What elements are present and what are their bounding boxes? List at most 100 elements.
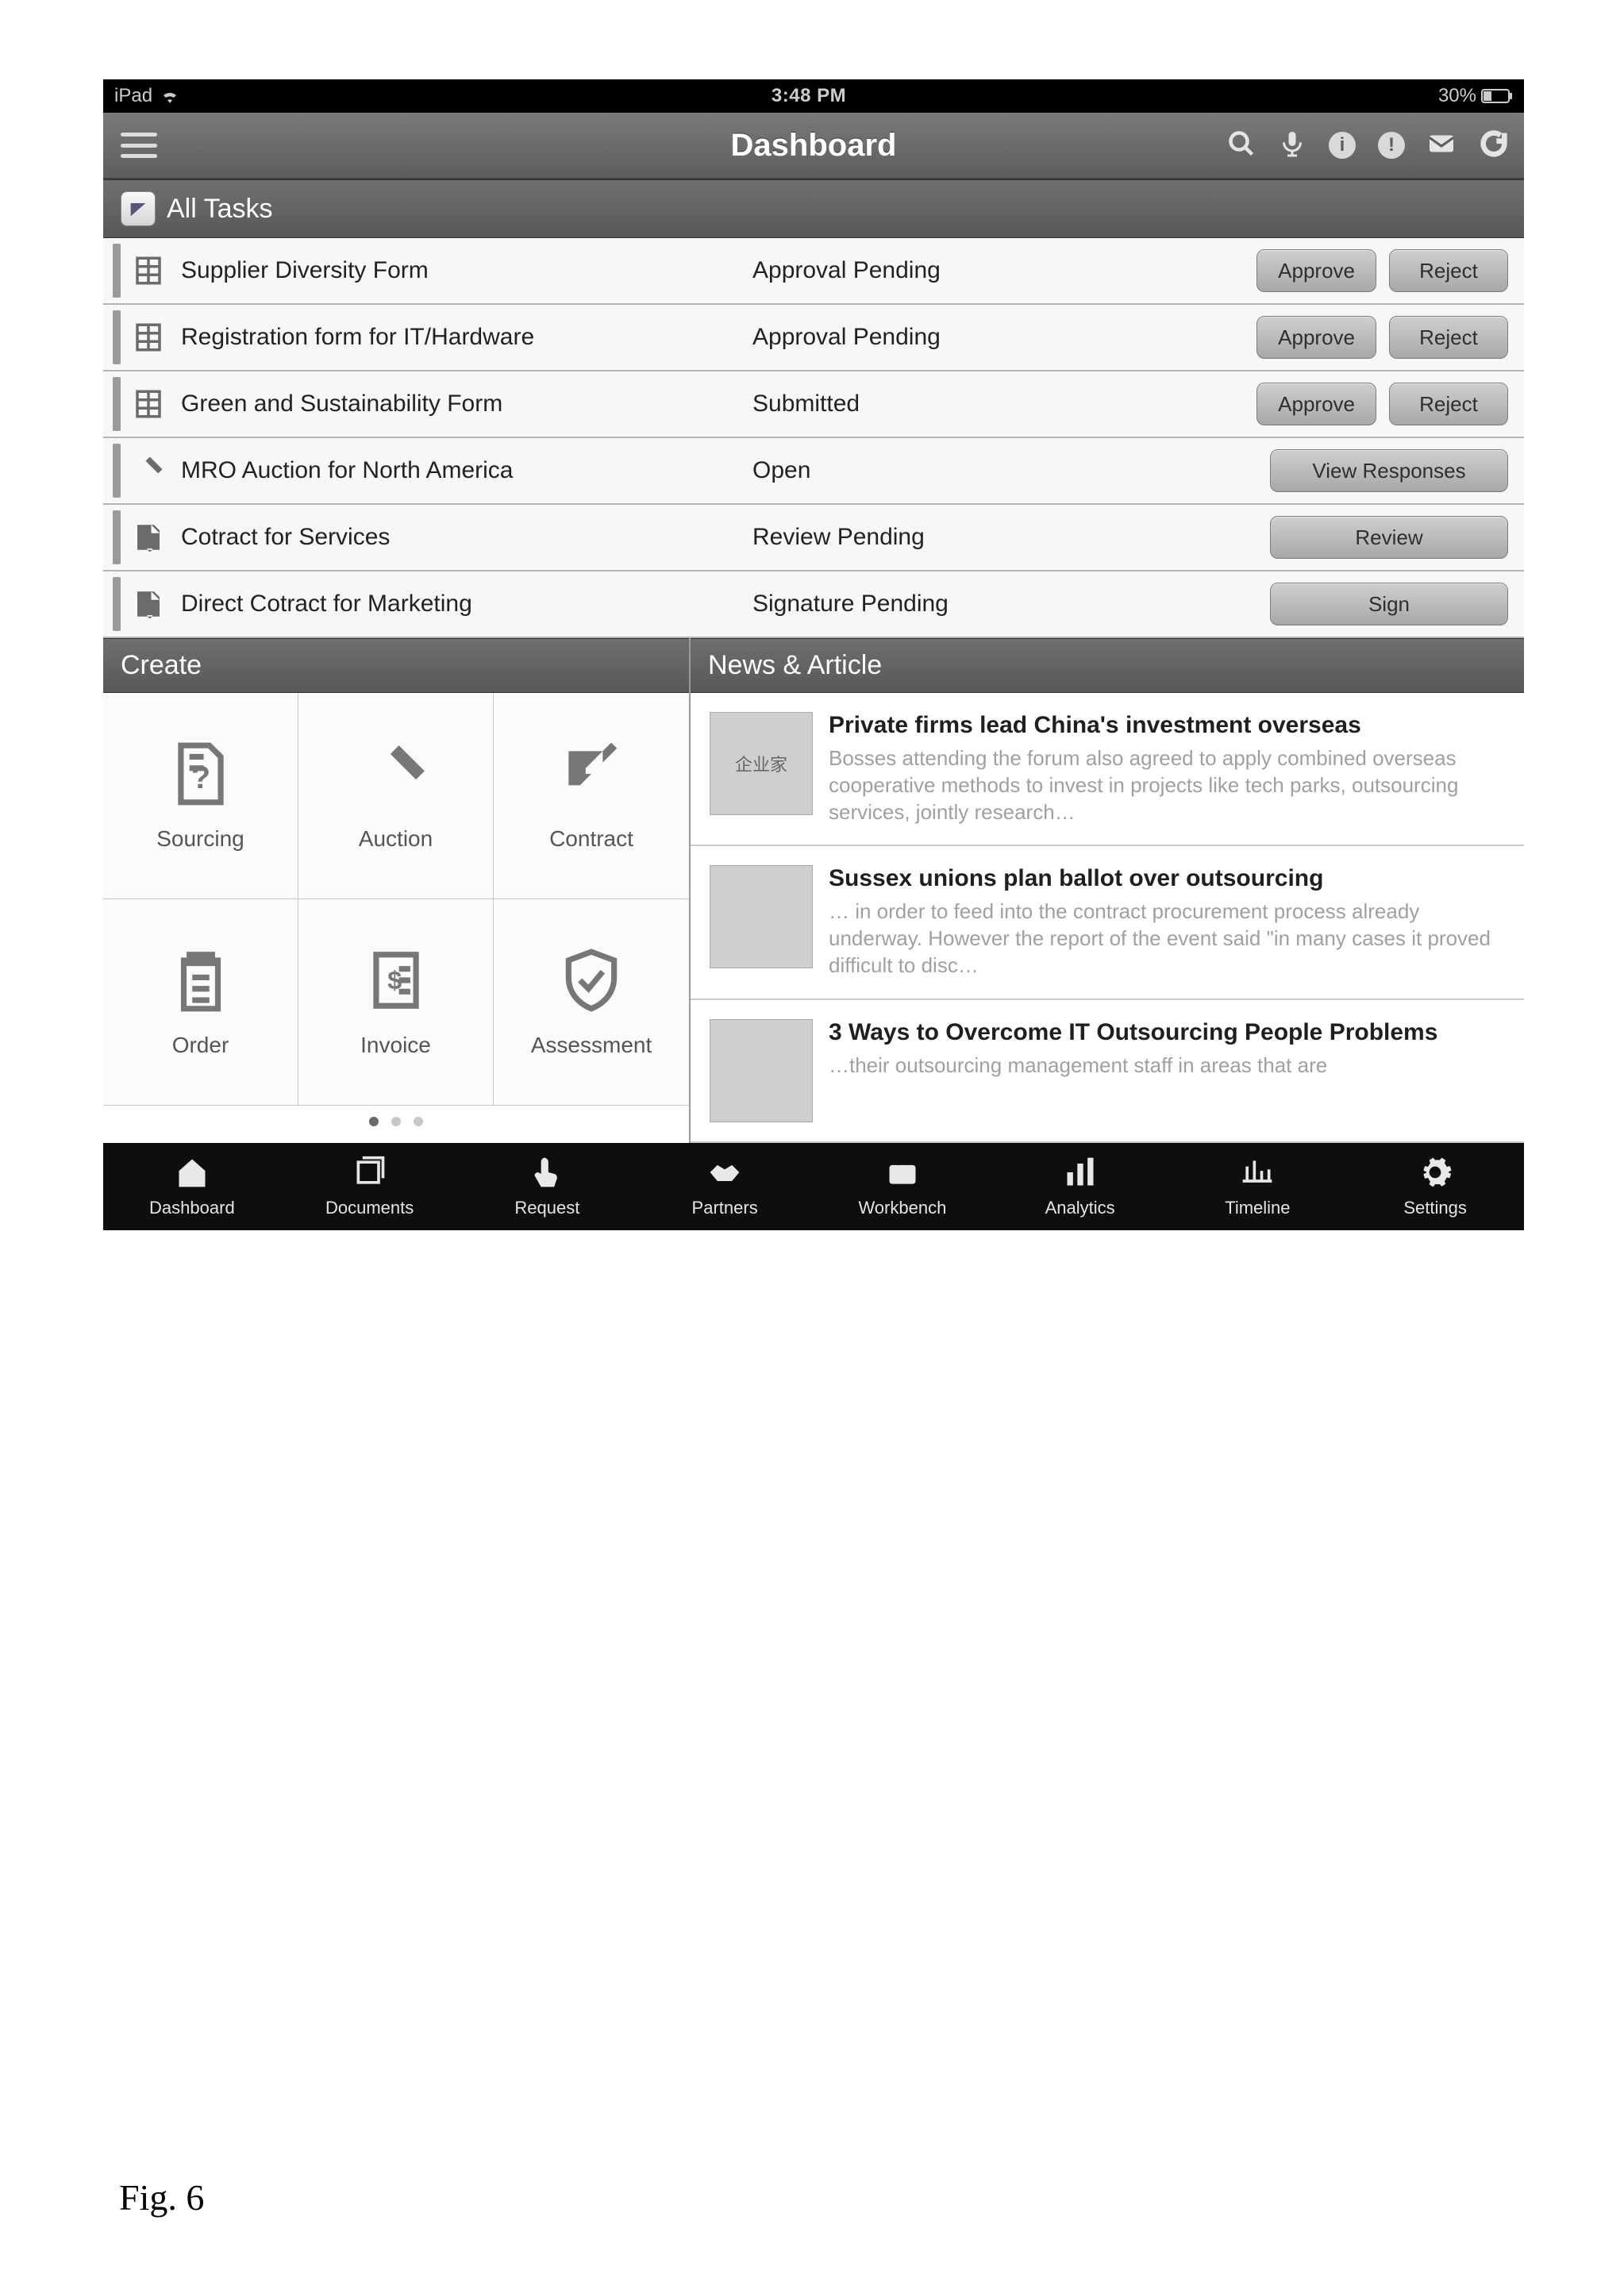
approve-button[interactable]: Approve [1256,383,1376,425]
tab-label: Timeline [1225,1198,1290,1218]
mail-icon[interactable] [1427,129,1456,162]
task-row[interactable]: Supplier Diversity Form Approval Pending… [103,238,1524,305]
task-title: Cotract for Services [181,524,752,551]
tile-label: Invoice [360,1033,431,1058]
task-status: Approval Pending [752,324,1256,351]
tile-label: Contract [549,826,633,852]
create-tile-order[interactable]: Order [103,899,298,1106]
figure-label: Fig. 6 [119,2176,204,2218]
search-icon[interactable] [1227,129,1256,162]
info-icon[interactable]: i [1329,132,1356,159]
stack-icon [352,1155,387,1195]
tab-label: Workbench [858,1198,946,1218]
form-icon [130,386,167,422]
pen-paper-icon [557,740,625,812]
tab-label: Dashboard [149,1198,235,1218]
news-thumbnail [710,1019,813,1122]
reject-button[interactable]: Reject [1389,316,1508,359]
sort-button[interactable] [121,191,156,226]
home-icon [175,1155,210,1195]
tab-dashboard[interactable]: Dashboard [103,1143,281,1230]
task-row[interactable]: Green and Sustainability Form Submitted … [103,371,1524,438]
shield-check-icon [557,946,625,1018]
battery-percent: 30% [1438,85,1476,107]
mic-icon[interactable] [1278,129,1307,162]
create-tile-contract[interactable]: Contract [494,693,689,899]
doc-question-icon [167,740,235,812]
sign-button[interactable]: Sign [1270,583,1508,625]
tasks-section-header: All Tasks [103,179,1524,238]
tab-request[interactable]: Request [459,1143,637,1230]
tasks-list: Supplier Diversity Form Approval Pending… [103,238,1524,638]
task-status: Signature Pending [752,591,1270,618]
create-tile-assessment[interactable]: Assessment [494,899,689,1106]
refresh-icon[interactable] [1478,128,1510,164]
create-tile-invoice[interactable]: Invoice [298,899,494,1106]
create-tile-auction[interactable]: Auction [298,693,494,899]
timeline-icon [1240,1155,1275,1195]
task-title: Green and Sustainability Form [181,391,752,417]
tab-timeline[interactable]: Timeline [1169,1143,1347,1230]
tile-label: Sourcing [156,826,244,852]
tab-workbench[interactable]: Workbench [814,1143,991,1230]
task-title: Direct Cotract for Marketing [181,591,752,618]
tab-label: Partners [692,1198,758,1218]
touch-icon [529,1155,564,1195]
task-title: Supplier Diversity Form [181,257,752,284]
task-title: MRO Auction for North America [181,457,752,484]
view responses-button[interactable]: View Responses [1270,449,1508,492]
create-tile-sourcing[interactable]: Sourcing [103,693,298,899]
news-list: 企业家 Private firms lead China's investmen… [691,693,1524,1143]
handshake-icon [707,1155,742,1195]
task-row[interactable]: MRO Auction for North America Open View … [103,438,1524,505]
contract-icon [130,586,167,622]
create-grid: Sourcing Auction Contract Order Invoice … [103,693,689,1106]
tab-bar: Dashboard Documents Request Partners Wor… [103,1143,1524,1230]
task-status: Submitted [752,391,1256,417]
task-status: Open [752,457,1270,484]
tab-analytics[interactable]: Analytics [991,1143,1169,1230]
news-thumbnail [710,865,813,968]
clipboard-icon [167,946,235,1018]
tab-settings[interactable]: Settings [1346,1143,1524,1230]
news-title: Private firms lead China's investment ov… [829,712,1505,739]
task-row[interactable]: Registration form for IT/Hardware Approv… [103,305,1524,371]
tile-label: Auction [359,826,433,852]
reject-button[interactable]: Reject [1389,383,1508,425]
tile-label: Assessment [531,1033,652,1058]
battery-icon [1481,89,1513,103]
bars-icon [1063,1155,1098,1195]
gear-icon [1418,1155,1453,1195]
news-item[interactable]: Sussex unions plan ballot over outsourci… [691,846,1524,999]
news-title: Sussex unions plan ballot over outsourci… [829,865,1505,892]
news-section-header: News & Article [691,638,1524,693]
create-section-header: Create [103,638,689,693]
task-row[interactable]: Cotract for Services Review Pending Revi… [103,505,1524,571]
tab-partners[interactable]: Partners [636,1143,814,1230]
alert-icon[interactable]: ! [1378,132,1405,159]
approve-button[interactable]: Approve [1256,249,1376,292]
status-time: 3:48 PM [179,85,1438,107]
task-row[interactable]: Direct Cotract for Marketing Signature P… [103,571,1524,638]
task-title: Registration form for IT/Hardware [181,324,752,351]
form-icon [130,252,167,289]
reject-button[interactable]: Reject [1389,249,1508,292]
task-status: Approval Pending [752,257,1256,284]
tile-label: Order [172,1033,229,1058]
news-item[interactable]: 企业家 Private firms lead China's investmen… [691,693,1524,846]
menu-button[interactable] [117,128,160,163]
approve-button[interactable]: Approve [1256,316,1376,359]
page-indicator[interactable] [103,1106,689,1137]
form-icon [130,319,167,356]
invoice-icon [362,946,430,1018]
news-summary: … in order to feed into the contract pro… [829,898,1505,979]
news-title: 3 Ways to Overcome IT Outsourcing People… [829,1019,1505,1046]
tab-documents[interactable]: Documents [281,1143,459,1230]
gavel-icon [362,740,430,812]
review-button[interactable]: Review [1270,516,1508,559]
status-bar: iPad 3:48 PM 30% [103,79,1524,113]
news-item[interactable]: 3 Ways to Overcome IT Outsourcing People… [691,1000,1524,1143]
news-summary: Bosses attending the forum also agreed t… [829,745,1505,825]
tab-label: Analytics [1045,1198,1115,1218]
nav-bar: Dashboard i ! [103,113,1524,179]
